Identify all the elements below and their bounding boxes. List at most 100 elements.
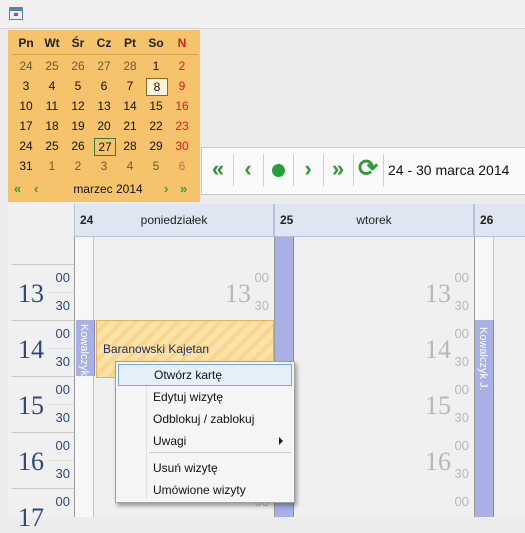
calendar-day[interactable]: 22 [144,117,168,135]
hour-label: 13 [18,279,44,308]
menu-item-delete-visit[interactable]: Usuń wizytę [118,457,292,479]
next-month-icon[interactable]: › [164,180,168,198]
calendar-day[interactable]: 24 [14,137,38,155]
weekday-label: So [148,36,164,50]
day-column-tuesday[interactable]: 13 00 30 14 00 30 15 00 30 16 00 30 00 [274,237,473,517]
calendar-day[interactable]: 29 [144,137,168,155]
time-column: 13 00 30 14 00 30 15 00 30 16 00 30 17 0… [8,237,74,532]
day-column-wednesday[interactable]: Kowalczyk J. [474,237,525,517]
first-week-button[interactable]: « [204,154,232,186]
menu-item-notes[interactable]: Uwagi [118,430,292,452]
slot-minute-watermark: 00 [454,494,469,509]
calendar-day[interactable]: 3 [92,157,116,175]
menu-item-open-card[interactable]: Otwórz kartę [118,364,292,386]
calendar-day[interactable]: 2 [170,57,194,75]
calendar-day[interactable]: 26 [66,57,90,75]
today-button[interactable] [264,154,292,186]
last-week-button[interactable]: » [324,154,352,186]
menu-item-edit-visit[interactable]: Edytuj wizytę [118,386,292,408]
slot-minute-watermark: 00 [454,270,469,285]
slot-minute-watermark: 00 [454,382,469,397]
slot-minute-watermark: 00 [454,438,469,453]
context-menu: Otwórz kartę Edytuj wizytę Odblokuj / za… [115,361,295,503]
slot-minute-watermark: 00 [454,326,469,341]
menu-item-label: Odblokuj / zablokuj [153,412,255,426]
minute-label: 30 [55,410,70,425]
calendar-day[interactable]: 17 [14,117,38,135]
calendar-day[interactable]: 25 [40,137,64,155]
slot-minute-watermark: 30 [254,298,269,313]
minute-label: 30 [55,298,70,313]
calendar-day[interactable]: 20 [92,117,116,135]
calendar-day[interactable]: 11 [40,97,64,115]
menu-item-unlock-lock[interactable]: Odblokuj / zablokuj [118,408,292,430]
calendar-day[interactable]: 15 [144,97,168,115]
day-name: poniedziałek [140,213,208,227]
hour-line [12,432,74,433]
weekday-label: Pn [18,36,34,50]
minute-label: 30 [55,466,70,481]
calendar-day[interactable]: 4 [118,157,142,175]
minute-label: 30 [55,354,70,369]
calendar-day[interactable]: 1 [144,57,168,75]
calendar-day-selected[interactable]: 8 [146,78,168,96]
calendar-day-today[interactable]: 27 [94,138,116,156]
calendar-day[interactable]: 26 [66,137,90,155]
calendar-day[interactable]: 5 [144,157,168,175]
menu-item-booked-visits[interactable]: Umówione wizyty [118,479,292,501]
calendar-day[interactable]: 3 [14,77,38,95]
calendar-day[interactable]: 9 [170,77,194,95]
calendar-day[interactable]: 5 [66,77,90,95]
calendar-day[interactable]: 16 [170,97,194,115]
calendar-day[interactable]: 14 [118,97,142,115]
prev-month-icon[interactable]: ‹ [34,180,38,198]
menu-item-label: Uwagi [153,434,187,448]
calendar-day[interactable]: 4 [40,77,64,95]
menu-item-label: Edytuj wizytę [153,390,224,404]
weekday-label: Wt [44,36,60,50]
hour-line [12,488,74,489]
calendar-day[interactable]: 10 [14,97,38,115]
slot-hour-watermark: 15 [425,391,451,420]
next-year-icon[interactable]: » [180,180,187,198]
day-header-wednesday[interactable]: 26 [474,204,525,237]
calendar-day[interactable]: 13 [92,97,116,115]
month-year-label: marzec 2014 [73,182,143,196]
calendar-day[interactable]: 18 [40,117,64,135]
calendar-day[interactable]: 23 [170,117,194,135]
refresh-icon[interactable]: ⟳ [354,154,382,186]
calendar-day[interactable]: 28 [118,57,142,75]
day-header-tuesday[interactable]: 25 wtorek [274,204,474,237]
calendar-day[interactable]: 6 [92,77,116,95]
menu-separator [149,452,291,453]
resource-name-label: Kowalczyk J. [477,327,489,391]
calendar-day[interactable]: 7 [118,77,142,95]
slot-hour-watermark: 14 [425,335,451,364]
day-header-monday[interactable]: 24 poniedziałek [74,204,274,237]
calendar-day[interactable]: 25 [40,57,64,75]
calendar-day[interactable]: 24 [14,57,38,75]
slot-hour-watermark: 13 [225,279,251,308]
calendar-day[interactable]: 19 [66,117,90,135]
prev-year-icon[interactable]: « [14,180,21,198]
minute-label: 00 [55,494,70,509]
calendar-day[interactable]: 31 [14,157,38,175]
minute-label: 00 [55,438,70,453]
calendar-day[interactable]: 27 [92,57,116,75]
menu-item-label: Umówione wizyty [153,483,246,497]
slot-hour-watermark: 16 [425,447,451,476]
calendar-day[interactable]: 21 [118,117,142,135]
hour-line [12,264,74,265]
calendar-day[interactable]: 2 [66,157,90,175]
calendar-day[interactable]: 6 [170,157,194,175]
next-week-button[interactable]: › [294,154,322,186]
day-number: 26 [480,213,494,227]
hour-label: 15 [18,391,44,420]
prev-week-button[interactable]: ‹ [234,154,262,186]
calendar-day[interactable]: 1 [40,157,64,175]
half-hour-line [48,348,74,349]
calendar-day[interactable]: 28 [118,137,142,155]
calendar-day[interactable]: 12 [66,97,90,115]
calendar-day[interactable]: 30 [170,137,194,155]
slot-minute-watermark: 30 [454,466,469,481]
